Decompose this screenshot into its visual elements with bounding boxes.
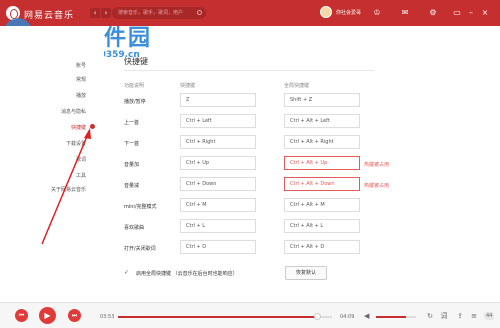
player-bar: ⏮ ▶ ⏭ 03:53 04:09 ◀ ↻ 词 ⇪ ≡ 44 xyxy=(0,302,500,328)
playlist-count: 44 xyxy=(484,312,495,320)
shortcut-label-volume-up: 音量加 xyxy=(124,162,140,168)
global-shortcut-field-mini-mode[interactable]: Ctrl + Alt + M xyxy=(284,198,360,212)
progress-handle[interactable] xyxy=(314,313,322,320)
global-shortcut-field-volume-up[interactable]: Ctrl + Alt + Up xyxy=(284,156,360,170)
enable-global-shortcuts-label: 启用全局快捷键 （云音乐在后台时也能响应） xyxy=(136,271,238,277)
annotation-dot xyxy=(90,124,95,129)
volume-fill xyxy=(376,316,406,318)
sidebar-item-tools[interactable]: 工具 xyxy=(76,172,86,179)
settings-sidebar: 账号 常规 播放 消息与隐私 快捷键 下载设置 歌词 工具 关于网易云音乐 xyxy=(0,26,104,302)
volume-icon[interactable]: ◀ xyxy=(364,312,372,320)
shortcut-label-like-song: 喜欢歌曲 xyxy=(124,225,145,231)
global-shortcut-field-lyrics[interactable]: Ctrl + Alt + D xyxy=(284,240,360,254)
avatar[interactable] xyxy=(320,6,332,18)
reset-default-button[interactable]: 恢复默认 xyxy=(285,266,327,280)
shortcut-field-next[interactable]: Ctrl + Right xyxy=(180,135,256,149)
forward-button[interactable]: › xyxy=(101,8,111,18)
shortcut-field-like-song[interactable]: Ctrl + L xyxy=(180,219,256,233)
search-placeholder: 搜索音乐，歌手，歌词，用户 xyxy=(118,10,184,16)
page-title: 快捷键 xyxy=(124,57,148,66)
total-time: 04:09 xyxy=(340,314,355,320)
loop-mode-icon[interactable]: ↻ xyxy=(426,312,434,320)
sidebar-item-shortcuts[interactable]: 快捷键 xyxy=(71,124,86,131)
settings-icon[interactable]: ⚙ xyxy=(428,8,438,18)
next-track-icon[interactable]: ⏭ xyxy=(68,309,81,322)
share-icon[interactable]: ⇪ xyxy=(456,312,464,320)
sidebar-item-about[interactable]: 关于网易云音乐 xyxy=(51,186,86,193)
lyrics-icon[interactable]: 词 xyxy=(440,312,448,320)
shortcut-field-volume-up[interactable]: Ctrl + Up xyxy=(180,156,256,170)
conflict-warning: 热键被占用 xyxy=(364,183,390,189)
shortcut-field-volume-down[interactable]: Ctrl + Down xyxy=(180,177,256,191)
global-shortcut-field-previous[interactable]: Ctrl + Alt + Left xyxy=(284,114,360,128)
search-icon[interactable] xyxy=(197,10,202,15)
shortcut-field-mini-mode[interactable]: Ctrl + M xyxy=(180,198,256,212)
column-header-shortcut: 快捷键 xyxy=(180,83,196,89)
enable-global-shortcuts-checkbox[interactable]: ✓ xyxy=(124,270,130,276)
mini-mode-icon[interactable]: ▭ xyxy=(452,8,462,18)
conflict-warning: 热键被占用 xyxy=(364,162,390,168)
shirt-icon[interactable]: ♔ xyxy=(372,8,382,18)
shortcut-label-next: 下一首 xyxy=(124,141,140,147)
shortcut-field-play-pause[interactable]: Z xyxy=(180,93,256,107)
current-time: 03:53 xyxy=(100,314,115,320)
progress-fill xyxy=(118,316,318,318)
sidebar-item-account[interactable]: 账号 xyxy=(76,62,86,69)
sidebar-item-general[interactable]: 常规 xyxy=(76,76,86,83)
username[interactable]: 你社会爱哥 xyxy=(336,9,361,16)
shortcut-field-previous[interactable]: Ctrl + Left xyxy=(180,114,256,128)
shortcut-field-lyrics[interactable]: Ctrl + D xyxy=(180,240,256,254)
shortcut-label-volume-down: 音量减 xyxy=(124,183,140,189)
sidebar-item-lyrics[interactable]: 歌词 xyxy=(76,156,86,163)
global-shortcut-field-volume-down[interactable]: Ctrl + Alt + Down xyxy=(284,177,360,191)
previous-track-icon[interactable]: ⏮ xyxy=(15,309,28,322)
sidebar-item-privacy[interactable]: 消息与隐私 xyxy=(61,108,86,115)
play-icon[interactable]: ▶ xyxy=(39,307,56,324)
global-shortcut-field-next[interactable]: Ctrl + Alt + Right xyxy=(284,135,360,149)
progress-bar[interactable] xyxy=(118,313,332,320)
shortcut-label-lyrics: 打开/关闭歌词 xyxy=(124,246,156,252)
column-header-function: 功能说明 xyxy=(124,83,145,89)
minimize-icon[interactable]: – xyxy=(466,8,476,18)
divider xyxy=(124,70,374,71)
shortcut-label-play-pause: 播放/暂停 xyxy=(124,99,146,105)
back-button[interactable]: ‹ xyxy=(90,8,100,18)
column-header-global-shortcut: 全局快捷键 xyxy=(284,83,310,89)
search-input[interactable]: 搜索音乐，歌手，歌词，用户 xyxy=(112,7,206,19)
shortcut-label-mini-mode: mini/完整模式 xyxy=(124,204,157,210)
sidebar-item-download[interactable]: 下载设置 xyxy=(66,140,86,147)
global-shortcut-field-like-song[interactable]: Ctrl + Alt + L xyxy=(284,219,360,233)
shortcut-label-previous: 上一首 xyxy=(124,120,140,126)
close-icon[interactable]: × xyxy=(480,8,490,18)
mail-icon[interactable]: ✉ xyxy=(400,8,410,18)
playlist-icon[interactable]: ≡ xyxy=(470,312,478,320)
sidebar-item-playback[interactable]: 播放 xyxy=(76,92,86,99)
volume-slider[interactable] xyxy=(376,316,416,318)
global-shortcut-field-play-pause[interactable]: Shift + Z xyxy=(284,93,360,107)
